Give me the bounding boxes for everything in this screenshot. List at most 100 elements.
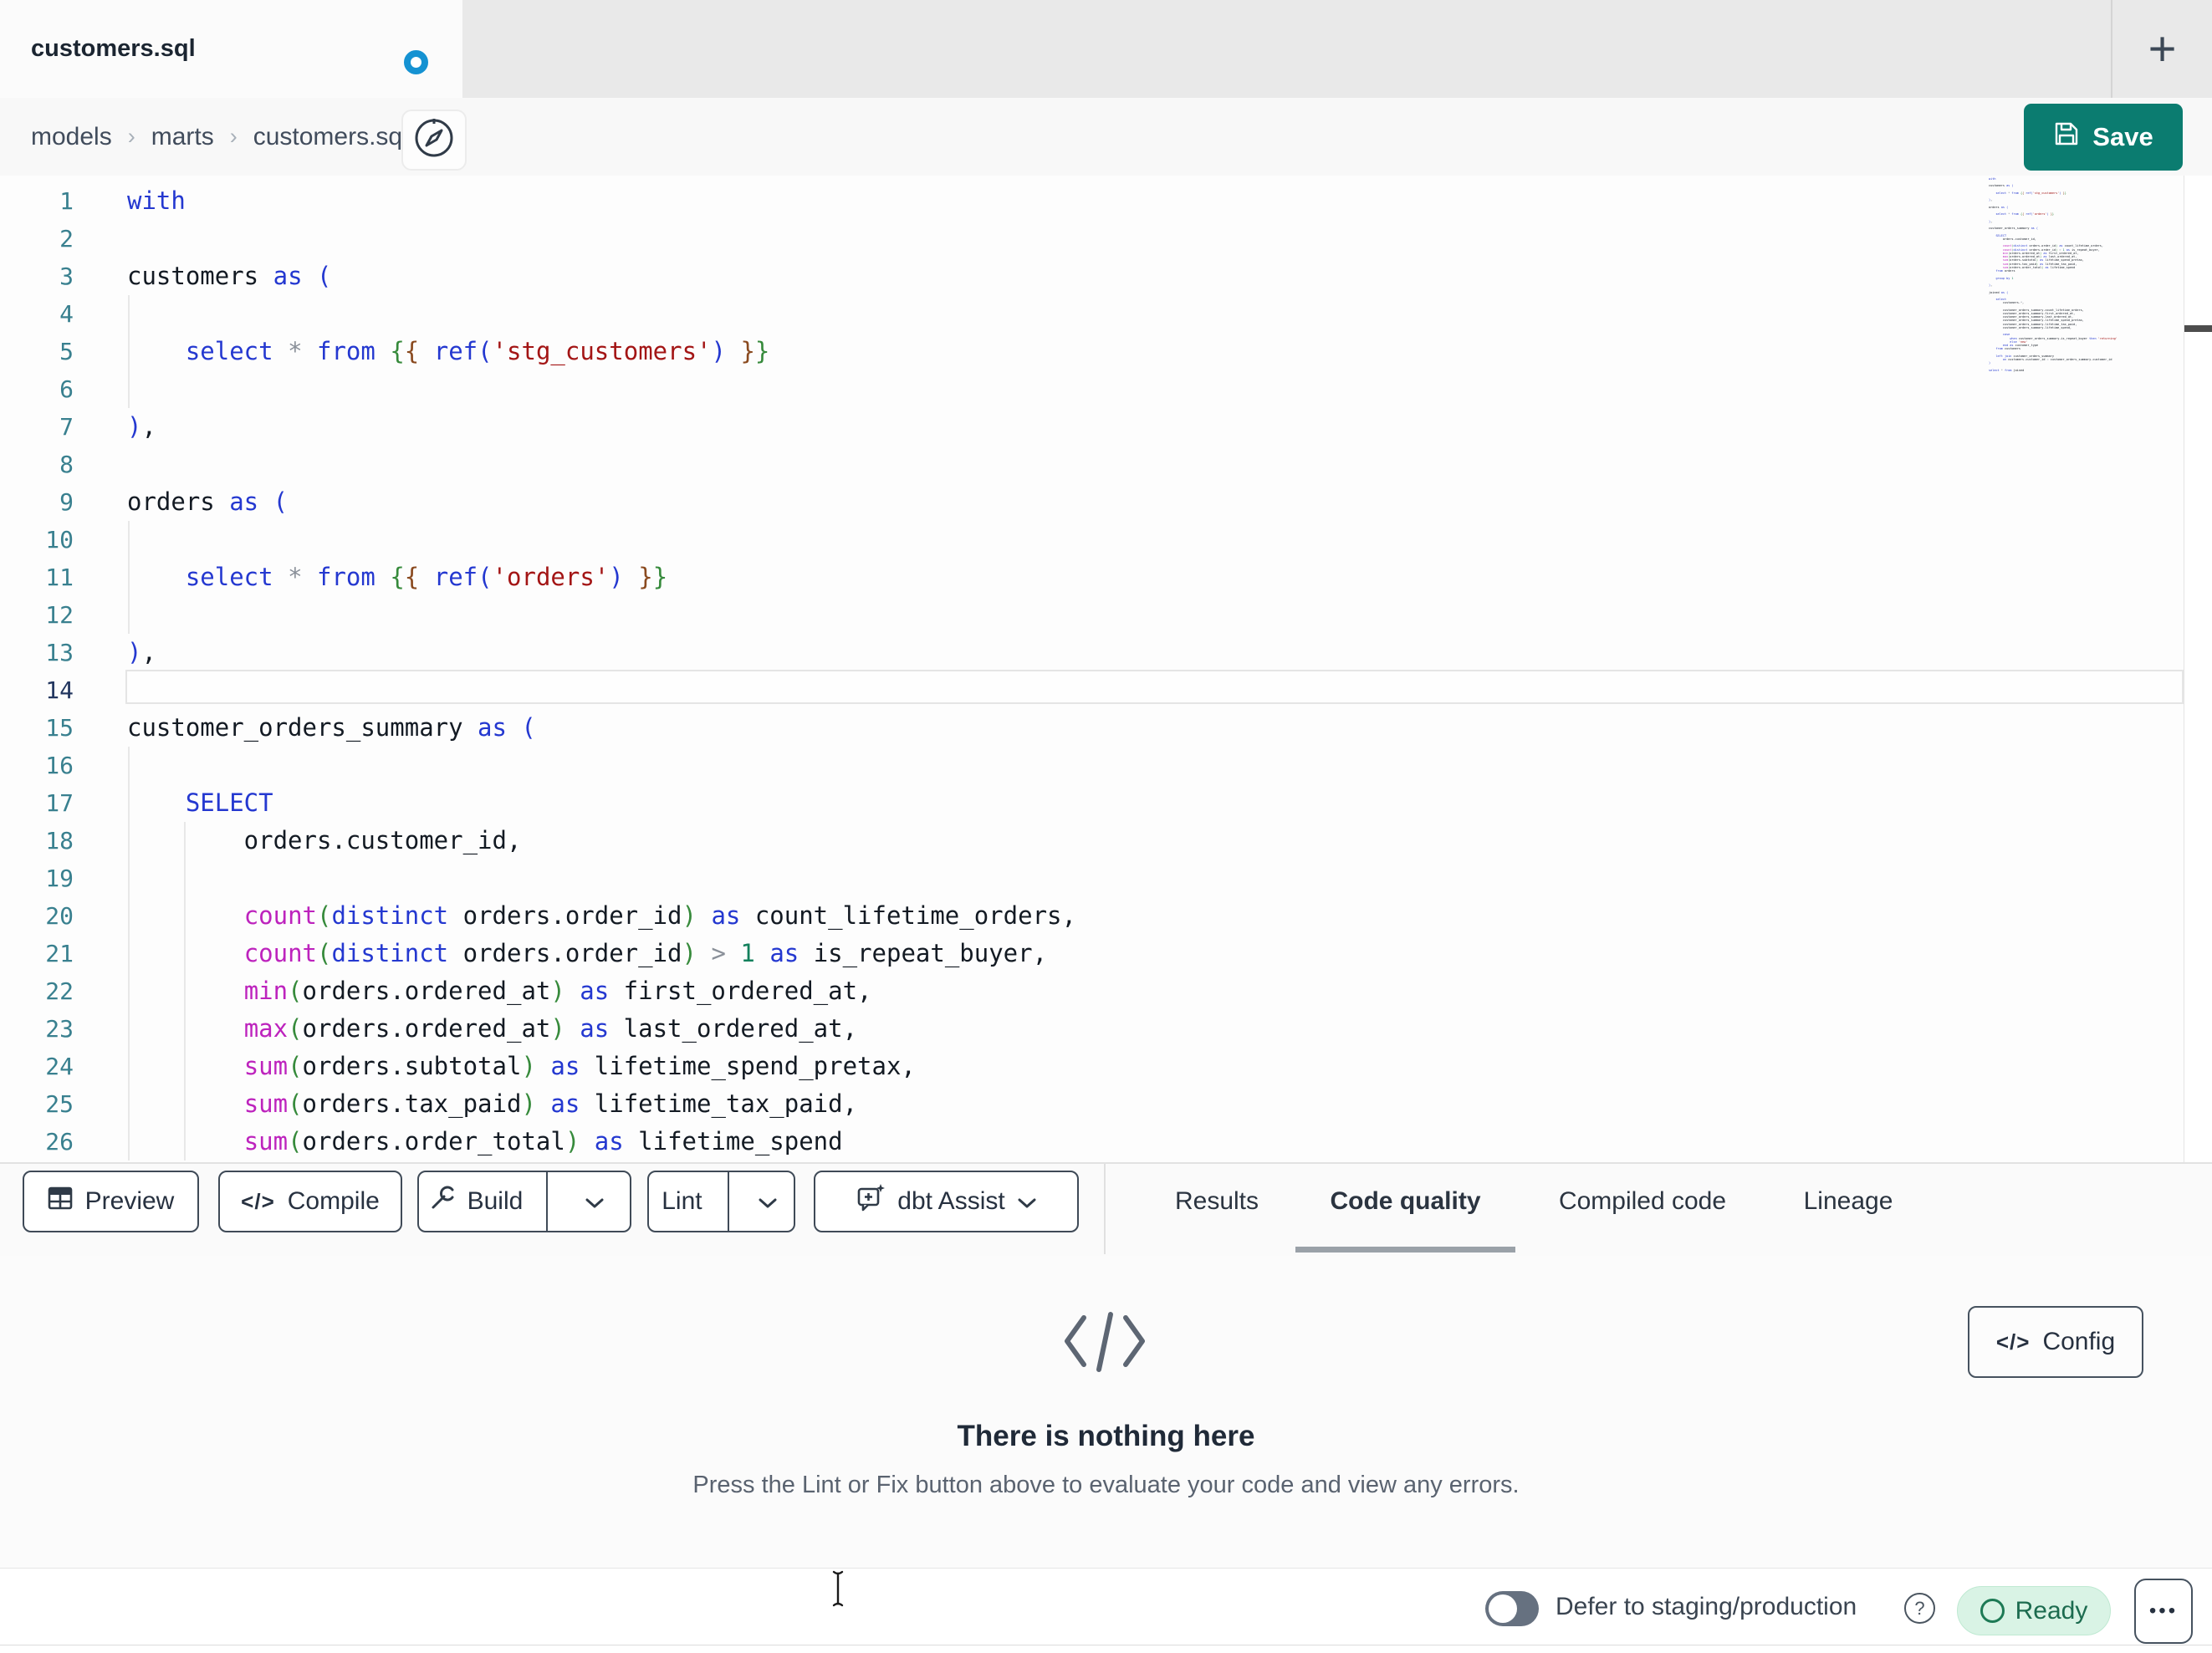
code-line[interactable]: 7), (0, 408, 2184, 446)
build-button[interactable]: Build (419, 1172, 534, 1231)
line-number[interactable]: 22 (0, 972, 74, 1010)
code-line[interactable]: 15 customer_orders_summary as ( (0, 709, 2184, 747)
code-line-text: orders as ( (127, 487, 289, 516)
breadcrumb-customers-sql[interactable]: customers.sql (253, 123, 408, 151)
line-number[interactable]: 8 (0, 446, 74, 483)
compile-button[interactable]: </> Compile (218, 1171, 402, 1232)
line-number[interactable]: 10 (0, 521, 74, 559)
code-line[interactable]: 11 select * from {{ ref('orders') }} (0, 559, 2184, 596)
code-line[interactable]: 8 (0, 446, 2184, 483)
code-line[interactable]: 26 sum(orders.order_total) as lifetime_s… (0, 1123, 2184, 1161)
overview-ruler[interactable] (2184, 176, 2212, 1162)
line-number[interactable]: 2 (0, 220, 74, 258)
ready-status-badge[interactable]: Ready (1957, 1586, 2111, 1635)
code-line[interactable]: 24 sum(orders.subtotal) as lifetime_spen… (0, 1048, 2184, 1085)
line-number[interactable]: 23 (0, 1010, 74, 1048)
code-line[interactable]: 9 orders as ( (0, 483, 2184, 521)
line-number[interactable]: 14 (0, 671, 74, 709)
breadcrumb-models[interactable]: models (31, 123, 112, 151)
code-line[interactable]: 1 with (0, 182, 2184, 220)
build-label: Build (467, 1187, 524, 1215)
line-number[interactable]: 18 (0, 822, 74, 860)
line-number[interactable]: 24 (0, 1048, 74, 1085)
defer-toggle[interactable] (1485, 1591, 1539, 1626)
breadcrumb-marts[interactable]: marts (151, 123, 214, 151)
lint-split-button: Lint (647, 1171, 795, 1232)
line-number[interactable]: 16 (0, 747, 74, 784)
line-number[interactable]: 6 (0, 370, 74, 408)
code-line-text: sum(orders.subtotal) as lifetime_spend_p… (243, 1052, 916, 1080)
save-label: Save (2092, 122, 2153, 151)
code-line[interactable]: 3 customers as ( (0, 258, 2184, 295)
tab-lineage[interactable]: Lineage (1781, 1171, 1915, 1232)
tab-results[interactable]: Results (1162, 1171, 1271, 1232)
code-line-text: min(orders.ordered_at) as first_ordered_… (243, 977, 872, 1005)
code-line[interactable]: 20 count(distinct orders.order_id) as co… (0, 897, 2184, 935)
line-number[interactable]: 15 (0, 709, 74, 747)
status-bar (0, 1569, 2212, 1645)
tab-compiled-code[interactable]: Compiled code (1534, 1171, 1751, 1232)
code-line[interactable]: 5 select * from {{ ref('stg_customers') … (0, 333, 2184, 370)
code-line[interactable]: 14 (0, 671, 2184, 709)
lint-label: Lint (662, 1187, 702, 1215)
line-number[interactable]: 1 (0, 182, 74, 220)
chevron-right-icon: › (229, 124, 238, 149)
preview-button[interactable]: Preview (23, 1171, 199, 1232)
line-number[interactable]: 9 (0, 483, 74, 521)
lint-dropdown-button[interactable] (742, 1172, 794, 1231)
code-line[interactable]: 13), (0, 634, 2184, 671)
line-number[interactable]: 19 (0, 860, 74, 897)
toolbar-tabs-divider (1104, 1164, 1106, 1254)
line-number[interactable]: 13 (0, 634, 74, 671)
dbt-assist-label: dbt Assist (897, 1187, 1005, 1215)
more-options-button[interactable]: ••• (2134, 1579, 2193, 1644)
line-number[interactable]: 5 (0, 333, 74, 370)
lint-button[interactable]: Lint (649, 1172, 715, 1231)
line-number[interactable]: 25 (0, 1085, 74, 1123)
tab-customers-sql[interactable]: customers.sql (0, 0, 462, 98)
code-line[interactable]: 25 sum(orders.tax_paid) as lifetime_tax_… (0, 1085, 2184, 1123)
line-number[interactable]: 4 (0, 295, 74, 333)
config-button[interactable]: </> Config (1968, 1306, 2143, 1378)
code-line[interactable]: 18 orders.customer_id, (0, 822, 2184, 860)
chevron-down-icon (759, 1187, 777, 1216)
defer-label: Defer to staging/production (1556, 1592, 1857, 1620)
code-line[interactable]: 12 (0, 596, 2184, 634)
line-number[interactable]: 12 (0, 596, 74, 634)
code-line[interactable]: 16 (0, 747, 2184, 784)
code-line[interactable]: 19 (0, 860, 2184, 897)
code-line[interactable]: 17 SELECT (0, 784, 2184, 822)
file-navigate-button[interactable] (401, 110, 467, 171)
new-tab-button[interactable]: + (2112, 0, 2212, 98)
code-line[interactable]: 23 max(orders.ordered_at) as last_ordere… (0, 1010, 2184, 1048)
code-line[interactable]: 6 (0, 370, 2184, 408)
code-line[interactable]: 22 min(orders.ordered_at) as first_order… (0, 972, 2184, 1010)
code-line[interactable]: 10 (0, 521, 2184, 559)
unsaved-changes-dot-icon (404, 50, 428, 74)
plus-icon: + (2148, 22, 2177, 76)
code-line[interactable]: 4 (0, 295, 2184, 333)
line-number[interactable]: 26 (0, 1123, 74, 1161)
build-dropdown-button[interactable] (560, 1172, 630, 1231)
ready-label: Ready (2015, 1596, 2088, 1625)
code-line[interactable]: 2 (0, 220, 2184, 258)
line-number[interactable]: 11 (0, 559, 74, 596)
chat-sparkle-icon (856, 1184, 886, 1219)
code-editor[interactable]: 1 with 2 3 customers as (4 5 select * from {{… (0, 176, 2212, 1162)
line-number[interactable]: 17 (0, 784, 74, 822)
help-icon[interactable]: ? (1904, 1593, 1935, 1624)
line-number[interactable]: 7 (0, 408, 74, 446)
dbt-assist-button[interactable]: dbt Assist (814, 1171, 1079, 1232)
split-divider (727, 1172, 729, 1231)
code-line-text: max(orders.ordered_at) as last_ordered_a… (243, 1014, 858, 1043)
line-number[interactable]: 3 (0, 258, 74, 295)
split-divider (545, 1172, 548, 1231)
line-number[interactable]: 20 (0, 897, 74, 935)
line-number[interactable]: 21 (0, 935, 74, 972)
code-line[interactable]: 21 count(distinct orders.order_id) > 1 a… (0, 935, 2184, 972)
tab-code-quality[interactable]: Code quality (1295, 1171, 1515, 1232)
minimap[interactable]: with customers as ( select * from {{ ref… (1989, 177, 2184, 378)
tab-lineage-label: Lineage (1803, 1187, 1893, 1215)
save-button[interactable]: Save (2024, 104, 2183, 171)
code-icon: </> (241, 1188, 275, 1214)
